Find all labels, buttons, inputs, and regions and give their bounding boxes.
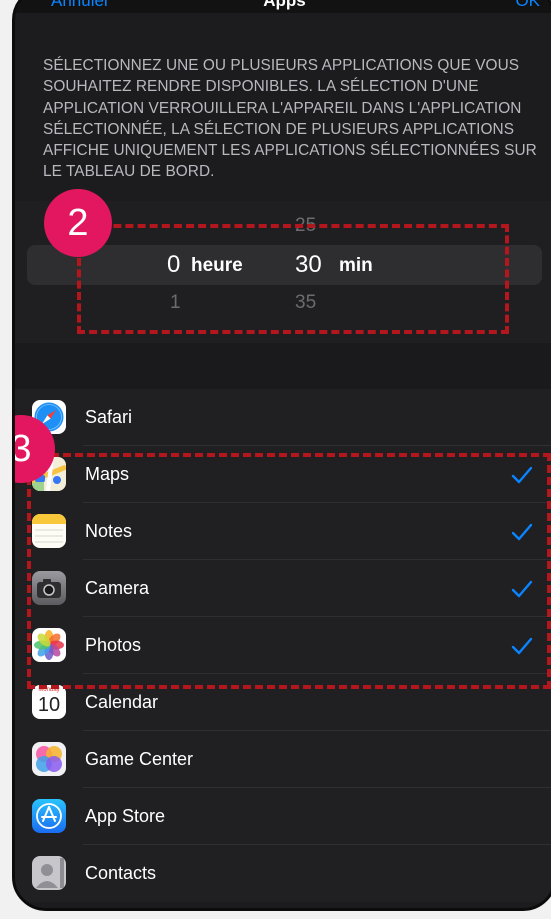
phone-screen: Annuler Apps OK SÉLECTIONNEZ UNE OU PLUS…	[12, 0, 551, 911]
list-item-safari[interactable]: Safari	[15, 389, 551, 446]
app-label: Calendar	[85, 692, 159, 712]
contacts-icon	[32, 856, 66, 890]
navigation-bar: Annuler Apps OK	[15, 0, 551, 13]
done-button[interactable]: OK	[515, 0, 540, 11]
annotation-box-app-list	[27, 453, 551, 689]
list-item-app-store[interactable]: App Store	[15, 788, 551, 845]
section-gap	[15, 343, 551, 389]
game-center-icon	[32, 742, 66, 776]
app-store-icon	[32, 799, 66, 833]
page-title: Apps	[263, 0, 306, 10]
app-label: Safari	[85, 407, 133, 427]
list-item-contacts[interactable]: Contacts	[15, 845, 551, 902]
app-label: App Store	[85, 806, 166, 826]
annotation-badge-picker: 2	[44, 189, 112, 257]
app-label: Game Center	[85, 749, 194, 769]
calendar-icon: Monday 10	[32, 685, 66, 719]
calendar-icon-date: 10	[37, 694, 61, 716]
annotation-box-picker	[77, 224, 509, 334]
app-label: Contacts	[85, 863, 157, 883]
list-item-game-center[interactable]: Game Center	[15, 731, 551, 788]
section-description: SÉLECTIONNEZ UNE OU PLUSIEURS APPLICATIO…	[43, 57, 537, 181]
